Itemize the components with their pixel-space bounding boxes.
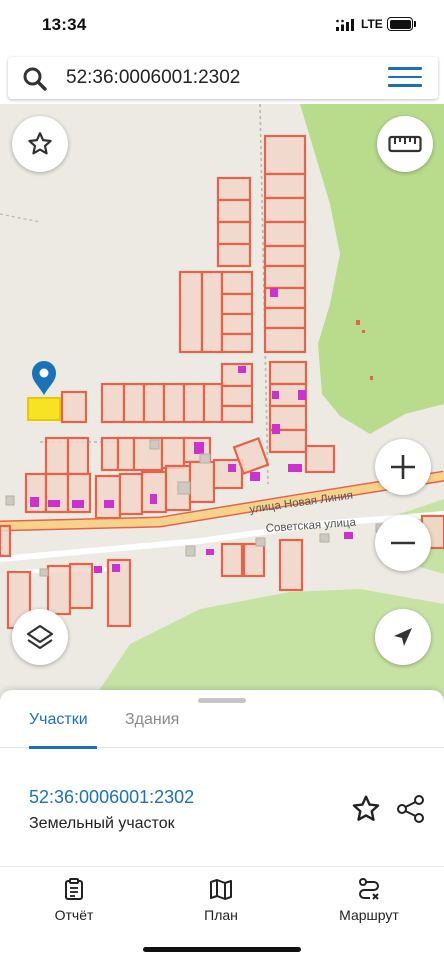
minus-icon: [391, 541, 415, 545]
layers-icon: [26, 624, 54, 650]
selected-parcel: [27, 397, 61, 421]
zoom-out-button[interactable]: [375, 515, 431, 571]
nav-report-label: Отчёт: [54, 907, 94, 923]
cadastral-map[interactable]: улица Новая Линия Советская улица: [0, 104, 444, 704]
search-input[interactable]: [66, 65, 366, 91]
search-icon[interactable]: [22, 66, 48, 92]
menu-icon[interactable]: [388, 67, 422, 89]
home-indicator: [143, 947, 301, 952]
parcel-type: Земельный участок: [29, 815, 175, 832]
nav-plan[interactable]: План: [166, 877, 276, 925]
network-type: LTE: [361, 17, 383, 31]
clipboard-icon: [65, 878, 83, 900]
nav-plan-label: План: [204, 907, 238, 923]
favorite-button[interactable]: [12, 116, 68, 172]
nav-report[interactable]: Отчёт: [19, 877, 129, 925]
location-marker: [32, 361, 56, 395]
cellular-signal-icon: [336, 19, 354, 31]
locate-button[interactable]: [375, 609, 431, 665]
tab-parcels[interactable]: Участки: [29, 711, 88, 729]
nav-route[interactable]: Маршрут: [314, 877, 424, 925]
active-tab-indicator: [29, 746, 97, 749]
status-bar: 13:34 LTE: [0, 0, 444, 52]
dirt-road: [0, 213, 41, 223]
star-icon: [28, 132, 52, 155]
layers-button[interactable]: [12, 609, 68, 665]
battery-tip: [414, 21, 416, 27]
ruler-icon: [388, 135, 422, 153]
navigation-arrow-icon: [394, 628, 412, 646]
tab-buildings[interactable]: Здания: [125, 711, 179, 729]
bottom-nav: Отчёт План Маршрут: [0, 866, 444, 960]
plus-icon: [391, 455, 415, 479]
map-icon: [210, 879, 232, 900]
route-icon: [359, 878, 379, 900]
street-label: Советская улица: [265, 517, 357, 535]
parcel-number-link[interactable]: 52:36:0006001:2302: [29, 787, 194, 808]
ruler-button[interactable]: [377, 116, 433, 172]
search-bar: [8, 57, 438, 99]
status-time: 13:34: [42, 15, 87, 34]
sheet-tabs: Участки Здания: [0, 702, 444, 749]
battery-icon: [387, 17, 413, 31]
zoom-in-button[interactable]: [375, 439, 431, 495]
favorite-star-icon[interactable]: [350, 793, 382, 825]
nav-route-label: Маршрут: [339, 907, 399, 923]
map-canvas[interactable]: улица Новая Линия Советская улица: [0, 104, 444, 704]
share-icon[interactable]: [395, 793, 427, 825]
